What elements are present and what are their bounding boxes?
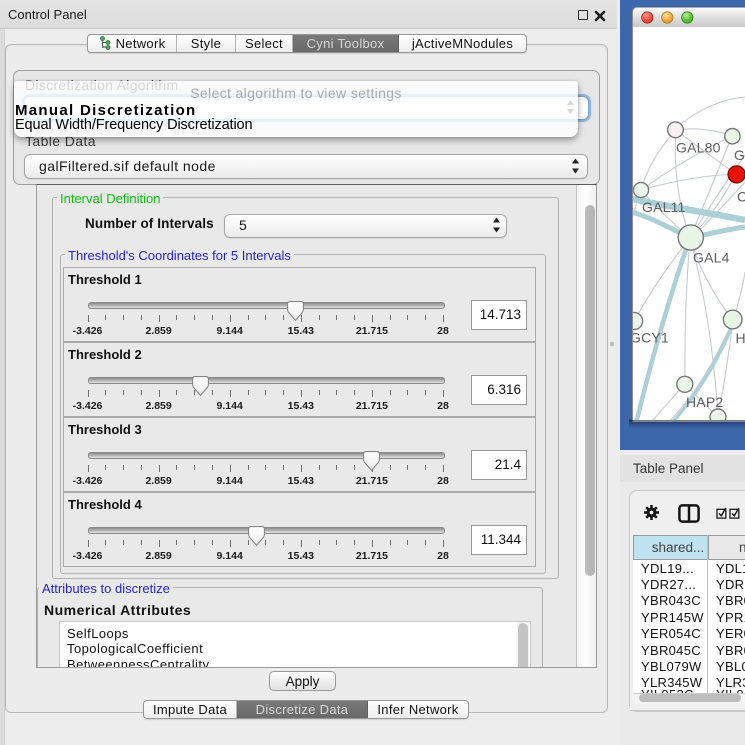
svg-text:GAL11: GAL11 [642, 199, 686, 215]
svg-text:GCY1: GCY1 [633, 330, 669, 346]
svg-text:HAP2: HAP2 [686, 394, 723, 410]
svg-text:GA: GA [734, 147, 745, 163]
svg-text:HA: HA [736, 330, 745, 346]
svg-text:GAL4: GAL4 [693, 250, 730, 266]
svg-text:CA: CA [737, 189, 745, 205]
svg-text:GAL80: GAL80 [676, 140, 721, 156]
